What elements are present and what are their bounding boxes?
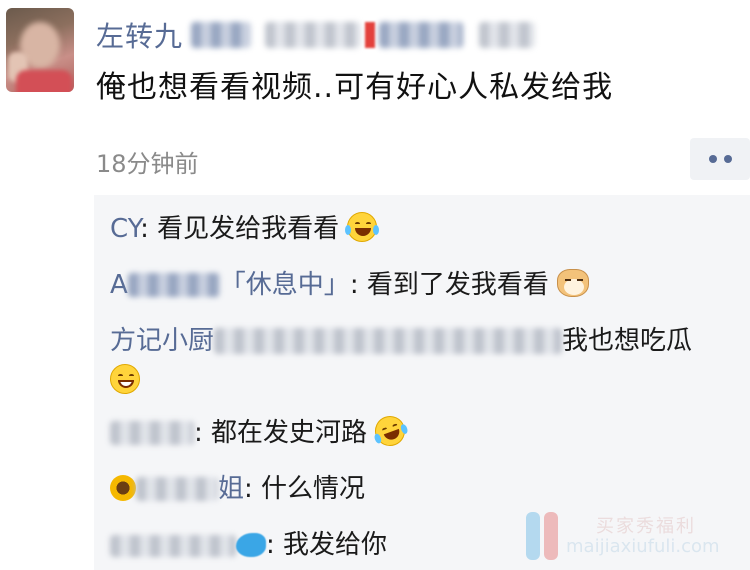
author-name[interactable]: 左转九: [96, 15, 183, 55]
comment-separator: :: [244, 474, 262, 504]
commenter-name[interactable]: A 「休息中」: [110, 270, 350, 300]
site-watermark: 买家秀福利 maijiaxiufuli.com: [526, 508, 746, 568]
blurred-name-part: [127, 273, 220, 297]
commenter-name[interactable]: CY: [110, 214, 140, 244]
more-dot-icon: [708, 155, 717, 163]
blurred-name-part: [479, 22, 536, 48]
blurred-name-part: [265, 22, 362, 48]
commenter-name[interactable]: 方记小厨: [110, 326, 214, 356]
dolphin-icon: [236, 533, 266, 557]
watermark-text: 买家秀福利: [596, 516, 696, 537]
comment-separator: :: [266, 530, 284, 560]
comment-item: 方记小厨 我也想吃瓜: [110, 323, 692, 359]
commenter-name[interactable]: [110, 418, 194, 448]
watermark-figure-icon: [526, 512, 540, 560]
post-timestamp: 18分钟前: [96, 150, 199, 178]
blurred-name-part: [110, 421, 194, 445]
comment-item: A 「休息中」: 看到了发我看看: [110, 267, 590, 303]
blurred-name-part: [191, 22, 252, 48]
author-row: 左转九: [96, 15, 536, 55]
comment-separator: :: [194, 418, 212, 448]
comment-text: 什么情况: [261, 474, 366, 504]
watermark-url: maijiaxiufuli.com: [566, 536, 720, 557]
flag-icon: [365, 22, 376, 48]
comment-item: : 都在发史河路: [110, 411, 410, 451]
laughing-tears-emoji-icon: [345, 212, 380, 242]
comment-text: 看到了发我看看: [366, 270, 549, 300]
comment-item: : 我发给你: [110, 527, 387, 563]
comment-text: 我发给你: [283, 530, 388, 560]
post-text: 俺也想看看视频..可有好心人私发给我: [96, 70, 614, 105]
more-dot-icon: [723, 155, 732, 163]
sunflower-icon: [110, 475, 136, 501]
rolling-laughing-emoji-icon: [371, 411, 410, 451]
grinning-face-emoji-icon: [110, 364, 140, 394]
blurred-name-part: [110, 535, 236, 557]
commenter-name[interactable]: 姐: [110, 474, 244, 504]
comment-item: 姐: 什么情况: [110, 471, 365, 507]
blurred-name-part: [379, 22, 464, 48]
comment-text: 都在发史河路: [211, 418, 368, 448]
blurred-comment-part: [214, 328, 563, 354]
comment-item: CY: 看见发给我看看: [110, 211, 380, 247]
comment-text: 看见发给我看看: [157, 214, 340, 244]
more-options-button[interactable]: [690, 138, 750, 180]
dog-face-emoji-icon: [557, 269, 590, 297]
comment-text: 我也想吃瓜: [562, 326, 693, 356]
comment-emoji-line: [110, 363, 140, 399]
watermark-figure-icon: [544, 512, 558, 560]
blurred-name-part: [136, 477, 218, 501]
avatar-shirt: [16, 70, 72, 92]
comment-separator: :: [140, 214, 158, 244]
author-avatar[interactable]: [6, 8, 74, 92]
commenter-name[interactable]: [110, 530, 266, 560]
comment-separator: :: [349, 270, 367, 300]
